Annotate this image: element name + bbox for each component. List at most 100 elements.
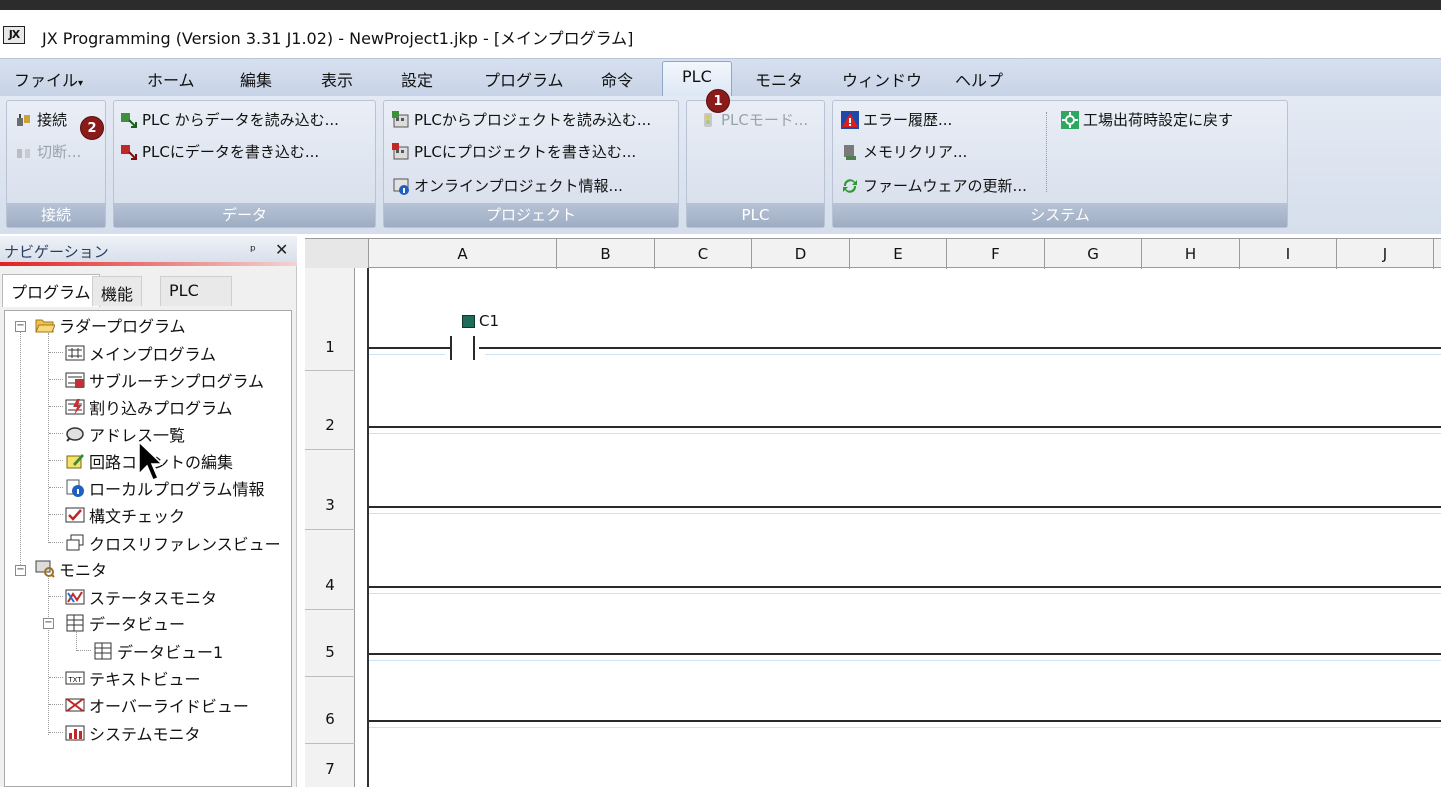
row-header-4[interactable]: 4	[305, 530, 355, 610]
disconnect-button[interactable]: 切断...	[15, 141, 81, 162]
plc-mode-icon	[704, 112, 712, 127]
tree-connector	[49, 379, 63, 380]
read-project-button[interactable]: PLCからプロジェクトを読み込む...	[392, 109, 651, 130]
error-history-button[interactable]: エラー履歴...	[841, 109, 952, 130]
status-monitor-icon	[65, 589, 85, 605]
column-header-b[interactable]: B	[557, 239, 655, 269]
ribbon-group-label-data: データ	[114, 203, 375, 227]
menu-monitor[interactable]: モニタ	[755, 67, 803, 91]
contact-label[interactable]: C1	[462, 312, 499, 330]
column-header-f[interactable]: F	[947, 239, 1045, 269]
collapse-toggle-monitor[interactable]: −	[15, 565, 26, 576]
title-bar: JX JX Programming (Version 3.31 J1.02) -…	[0, 10, 1441, 58]
menu-file[interactable]: ファイル▾	[14, 67, 83, 91]
normally-open-contact[interactable]	[445, 334, 485, 362]
navigation-tree: − ラダープログラム メインプログラム サブルーチンプログラム 割り込みプログラ…	[4, 310, 292, 787]
override-view-icon	[65, 698, 85, 712]
menu-help[interactable]: ヘルプ	[955, 67, 1003, 91]
menu-edit[interactable]: 編集	[240, 67, 272, 91]
row-header-3[interactable]: 3	[305, 450, 355, 530]
row-header-6[interactable]: 6	[305, 677, 355, 744]
tree-connector	[49, 677, 63, 678]
tree-node-main-program[interactable]: メインプログラム	[65, 341, 216, 365]
row-header-1[interactable]: 1	[305, 268, 355, 371]
row-header-2[interactable]: 2	[305, 371, 355, 450]
rung-separator	[369, 433, 1441, 434]
write-data-button[interactable]: PLCにデータを書き込む...	[120, 141, 319, 162]
column-header-a[interactable]: A	[369, 239, 557, 269]
error-warning-icon	[841, 110, 859, 129]
tab-plc[interactable]: PLC	[160, 276, 232, 306]
read-data-button[interactable]: PLC からデータを読み込む...	[120, 109, 339, 130]
menu-instruction[interactable]: 命令	[601, 67, 633, 91]
subroutine-icon	[65, 372, 85, 388]
factory-reset-button[interactable]: 工場出荷時設定に戻す	[1061, 109, 1233, 130]
tree-connector	[49, 352, 63, 353]
menu-settings[interactable]: 設定	[401, 67, 433, 91]
tree-node-status-monitor[interactable]: ステータスモニタ	[65, 585, 217, 609]
tree-node-subroutine-program[interactable]: サブルーチンプログラム	[65, 368, 264, 392]
tree-node-local-program-info[interactable]: ローカルプログラム情報	[65, 476, 265, 500]
info-icon	[66, 479, 84, 497]
tab-program[interactable]: プログラム	[2, 274, 100, 307]
menu-plc[interactable]: PLC	[682, 67, 712, 86]
svg-text:TXT: TXT	[67, 676, 82, 684]
tree-node-interrupt-program[interactable]: 割り込みプログラム	[65, 395, 233, 419]
row-header-7[interactable]: 7	[305, 744, 355, 787]
ribbon-group-data: PLC からデータを読み込む... PLCにデータを書き込む... データ	[113, 100, 376, 228]
menu-program[interactable]: プログラム	[484, 67, 564, 91]
menu-window[interactable]: ウィンドウ	[842, 67, 922, 91]
tree-node-data-view-1[interactable]: データビュー1	[93, 639, 223, 663]
ribbon-group-plc: PLCモード... PLC	[686, 100, 825, 228]
text-view-icon: TXT	[65, 671, 85, 685]
tree-connector	[48, 575, 49, 735]
column-header-d[interactable]: D	[752, 239, 850, 269]
ribbon-group-label-plc: PLC	[687, 203, 824, 227]
memory-clear-button[interactable]: メモリクリア...	[841, 141, 967, 162]
column-header-g[interactable]: G	[1045, 239, 1142, 269]
ribbon-group-label-connect: 接続	[7, 203, 105, 227]
tree-node-system-monitor[interactable]: システムモニタ	[65, 721, 201, 745]
menu-view[interactable]: 表示	[321, 67, 353, 91]
pin-icon[interactable]: ᵖ	[250, 243, 256, 259]
row-header-5[interactable]: 5	[305, 610, 355, 677]
firmware-update-button[interactable]: ファームウェアの更新...	[841, 175, 1027, 196]
tree-node-syntax-check[interactable]: 構文チェック	[65, 503, 185, 527]
tree-node-address-list[interactable]: アドレス一覧	[65, 422, 185, 446]
tree-node-override-view[interactable]: オーバーライドビュー	[65, 693, 249, 717]
column-header-i[interactable]: I	[1240, 239, 1337, 269]
monitor-magnifier-icon	[35, 560, 55, 578]
ladder-diagram-icon	[65, 345, 85, 361]
tree-node-text-view[interactable]: TXT テキストビュー	[65, 666, 201, 690]
ribbon-group-project: PLCからプロジェクトを読み込む... PLCにプロジェクトを書き込む... オ…	[383, 100, 679, 228]
column-header-e[interactable]: E	[850, 239, 947, 269]
tree-node-ladder-program[interactable]: ラダープログラム	[35, 313, 186, 337]
online-project-info-button[interactable]: オンラインプロジェクト情報...	[392, 175, 623, 196]
tree-node-data-view[interactable]: データビュー	[65, 611, 185, 635]
rung-separator	[369, 660, 1441, 661]
tree-node-cross-reference[interactable]: クロスリファレンスビュー	[65, 531, 281, 555]
collapse-toggle-dataview[interactable]: −	[43, 618, 54, 629]
collapse-toggle-ladder[interactable]: −	[15, 321, 26, 332]
tree-node-monitor[interactable]: モニタ	[35, 557, 107, 581]
rung-line-1	[369, 347, 1441, 349]
menu-home[interactable]: ホーム	[147, 67, 195, 91]
syntax-check-icon	[65, 507, 85, 523]
contact-type-icon	[462, 314, 475, 328]
write-project-button[interactable]: PLCにプロジェクトを書き込む...	[392, 141, 636, 162]
top-strip	[0, 0, 1441, 10]
edit-pencil-icon	[66, 454, 84, 469]
project-info-icon	[393, 178, 409, 195]
column-header-h[interactable]: H	[1142, 239, 1240, 269]
close-icon[interactable]: ✕	[275, 240, 288, 259]
column-header-c[interactable]: C	[655, 239, 752, 269]
tab-function[interactable]: 機能	[92, 276, 143, 306]
connect-button[interactable]: 接続	[15, 109, 67, 130]
tree-connector	[20, 331, 21, 571]
ladder-editor[interactable]: A B C D E F G H I J 1 2 3 4 5 6 7 C1	[305, 238, 1441, 787]
step-badge-1: 1	[706, 89, 730, 113]
column-header-j[interactable]: J	[1337, 239, 1434, 269]
tree-connector	[49, 406, 63, 407]
app-icon: JX	[3, 26, 25, 44]
column-header-row: A B C D E F G H I J	[305, 238, 1441, 269]
